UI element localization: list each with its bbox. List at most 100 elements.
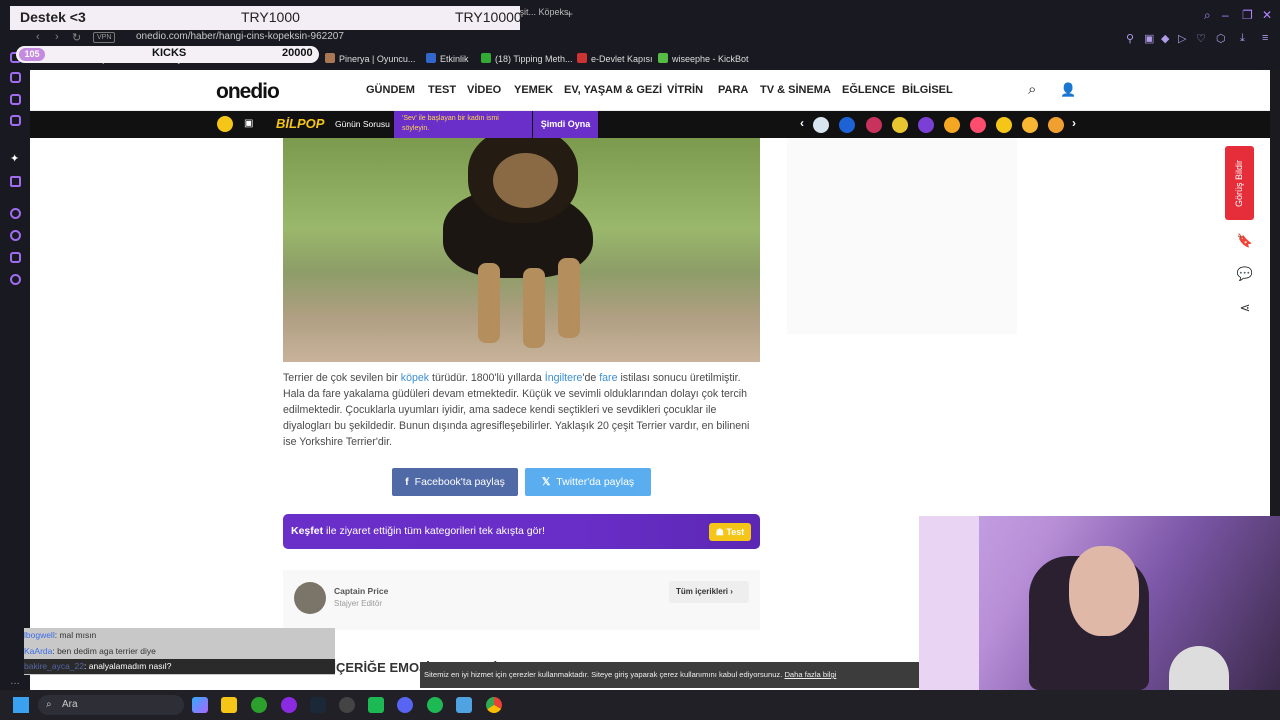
- chevron-left-icon[interactable]: ‹: [800, 116, 804, 130]
- taskbar-search[interactable]: ⌕ Ara: [38, 695, 184, 715]
- article-image: [283, 138, 760, 362]
- obs-icon[interactable]: [339, 697, 355, 713]
- feedback-button[interactable]: Görüş Bildir: [1225, 146, 1254, 220]
- xbox-icon[interactable]: [251, 697, 267, 713]
- share-icon[interactable]: ⋖: [1235, 300, 1255, 320]
- app-icon[interactable]: [456, 697, 472, 713]
- menu-icon[interactable]: ≡: [1262, 32, 1268, 44]
- dog-face: [493, 153, 558, 208]
- twitter-share-button[interactable]: 𝕏 Twitter'da paylaş: [525, 468, 651, 496]
- steam-icon[interactable]: [310, 697, 326, 713]
- twitch-icon[interactable]: [10, 176, 21, 187]
- bookmark-item[interactable]: e-Devlet Kapısı: [577, 53, 653, 64]
- nav-eglence[interactable]: EĞLENCE: [842, 84, 895, 96]
- windows-start-icon[interactable]: [13, 697, 29, 713]
- music-icon[interactable]: [10, 115, 21, 126]
- app-icon[interactable]: [368, 697, 384, 713]
- quiz-chip-icon[interactable]: [1022, 117, 1038, 133]
- bookmark-item[interactable]: Etkinlik: [426, 53, 469, 64]
- cube-icon[interactable]: [10, 252, 21, 263]
- close-icon[interactable]: ✕: [1262, 8, 1272, 22]
- cookie-more-link[interactable]: Daha fazla bilgi: [784, 670, 836, 679]
- quiz-chip-icon[interactable]: [866, 117, 882, 133]
- messenger-icon[interactable]: [10, 72, 21, 83]
- quiz-chip-icon[interactable]: [892, 117, 908, 133]
- kicks-goal-bar: 105 KICKS 20000: [16, 46, 319, 63]
- new-tab-button[interactable]: +: [566, 7, 573, 21]
- quiz-chip-icon[interactable]: [813, 117, 829, 133]
- bookmark-icon[interactable]: 🔖: [1235, 233, 1255, 253]
- forward-icon[interactable]: ›: [55, 31, 59, 43]
- nav-video[interactable]: VİDEO: [467, 84, 501, 96]
- shield-icon[interactable]: ◆: [1161, 32, 1169, 45]
- clock-icon[interactable]: [10, 230, 21, 241]
- search-icon[interactable]: ⌕: [1028, 81, 1036, 98]
- user-icon[interactable]: 👤: [1060, 82, 1076, 98]
- facebook-share-button[interactable]: f Facebook'ta paylaş: [392, 468, 518, 496]
- nav-gundem[interactable]: GÜNDEM: [366, 84, 415, 96]
- chrome-icon[interactable]: [486, 697, 502, 713]
- webcam-overlay: [919, 516, 1280, 690]
- nav-yemek[interactable]: YEMEK: [514, 84, 553, 96]
- heart-icon[interactable]: ♡: [1196, 32, 1206, 45]
- article-text: Terrier de çok sevilen bir köpek türüdür…: [283, 370, 761, 450]
- play-now-button[interactable]: Şimdi Oyna: [533, 111, 598, 138]
- bookmark-item[interactable]: (18) Tipping Meth...: [481, 53, 573, 64]
- daily-question[interactable]: 'Sev' ile başlayan bir kadın ismi söyley…: [394, 111, 532, 138]
- quiz-chip-icon[interactable]: [1048, 117, 1064, 133]
- chat-line: KaArda: ben dedim aga terrier diye: [24, 644, 156, 659]
- player-icon[interactable]: [10, 208, 21, 219]
- quiz-chip-icon[interactable]: [996, 117, 1012, 133]
- comments-icon[interactable]: 💬: [1235, 266, 1255, 286]
- all-content-button[interactable]: Tüm içerikleri ›: [669, 581, 749, 603]
- quiz-chip-icon[interactable]: [918, 117, 934, 133]
- article-text-part: Terrier de çok sevilen bir: [283, 372, 398, 384]
- nav-vitrin[interactable]: VİTRİN: [667, 84, 703, 96]
- dog-leg: [478, 263, 500, 343]
- copilot-icon[interactable]: [192, 697, 208, 713]
- nav-para[interactable]: PARA: [718, 84, 748, 96]
- discord-icon[interactable]: [397, 697, 413, 713]
- chevron-right-icon[interactable]: ›: [1072, 116, 1076, 130]
- nav-test[interactable]: TEST: [428, 84, 456, 96]
- link-fare[interactable]: fare: [599, 372, 617, 384]
- nav-tv-sinema[interactable]: TV & SİNEMA: [760, 84, 831, 96]
- url-field[interactable]: onedio.com/haber/hangi-cins-kopeksin-962…: [136, 31, 344, 42]
- snapshot-icon[interactable]: ▣: [1144, 32, 1154, 45]
- test-badge[interactable]: ☗ Test: [709, 523, 751, 541]
- author-name[interactable]: Captain Price: [334, 586, 388, 596]
- quiz-chip-icon[interactable]: [944, 117, 960, 133]
- kick-icon[interactable]: ✦: [10, 152, 19, 165]
- reload-icon[interactable]: ↻: [72, 31, 81, 44]
- bilpop-logo[interactable]: BİLPOP: [276, 116, 324, 131]
- site-logo[interactable]: onedio: [216, 80, 280, 104]
- chat-user: KaArda: [24, 646, 53, 656]
- pin-icon[interactable]: ⚲: [1126, 32, 1134, 45]
- link-ingiltere[interactable]: İngiltere: [545, 372, 583, 384]
- bookmark-icon: [325, 53, 335, 63]
- nav-ev-yasam[interactable]: EV, YAŞAM & GEZİ: [564, 84, 662, 96]
- file-explorer-icon[interactable]: [221, 697, 237, 713]
- avatar[interactable]: [294, 582, 326, 614]
- quiz-chip-icon[interactable]: [839, 117, 855, 133]
- quiz-chip-icon[interactable]: [970, 117, 986, 133]
- back-icon[interactable]: ‹: [36, 31, 40, 43]
- bookmark-item[interactable]: wiseephe - KickBot: [658, 53, 749, 64]
- whatsapp-icon[interactable]: [10, 94, 21, 105]
- settings-icon[interactable]: [10, 274, 21, 285]
- vpn-badge[interactable]: VPN: [93, 32, 116, 43]
- link-kopek[interactable]: köpek: [401, 372, 429, 384]
- maximize-icon[interactable]: ❐: [1242, 8, 1253, 22]
- minimize-icon[interactable]: –: [1222, 8, 1229, 22]
- opera-icon[interactable]: [281, 697, 297, 713]
- play-icon[interactable]: ▷: [1178, 32, 1186, 45]
- bookmark-label: Pinerya | Oyuncu...: [339, 54, 416, 64]
- spotify-icon[interactable]: [427, 697, 443, 713]
- explore-banner[interactable]: Keşfet ile ziyaret ettiğin tüm kategoril…: [283, 514, 760, 549]
- cube-icon[interactable]: ⬡: [1216, 32, 1226, 45]
- nav-bilgisel[interactable]: BİLGİSEL: [902, 84, 953, 96]
- bookmark-item[interactable]: Pinerya | Oyuncu...: [325, 53, 415, 64]
- download-icon[interactable]: ⤓: [1240, 32, 1245, 45]
- search-icon[interactable]: ⌕: [1204, 8, 1211, 23]
- more-icon[interactable]: …: [10, 676, 20, 687]
